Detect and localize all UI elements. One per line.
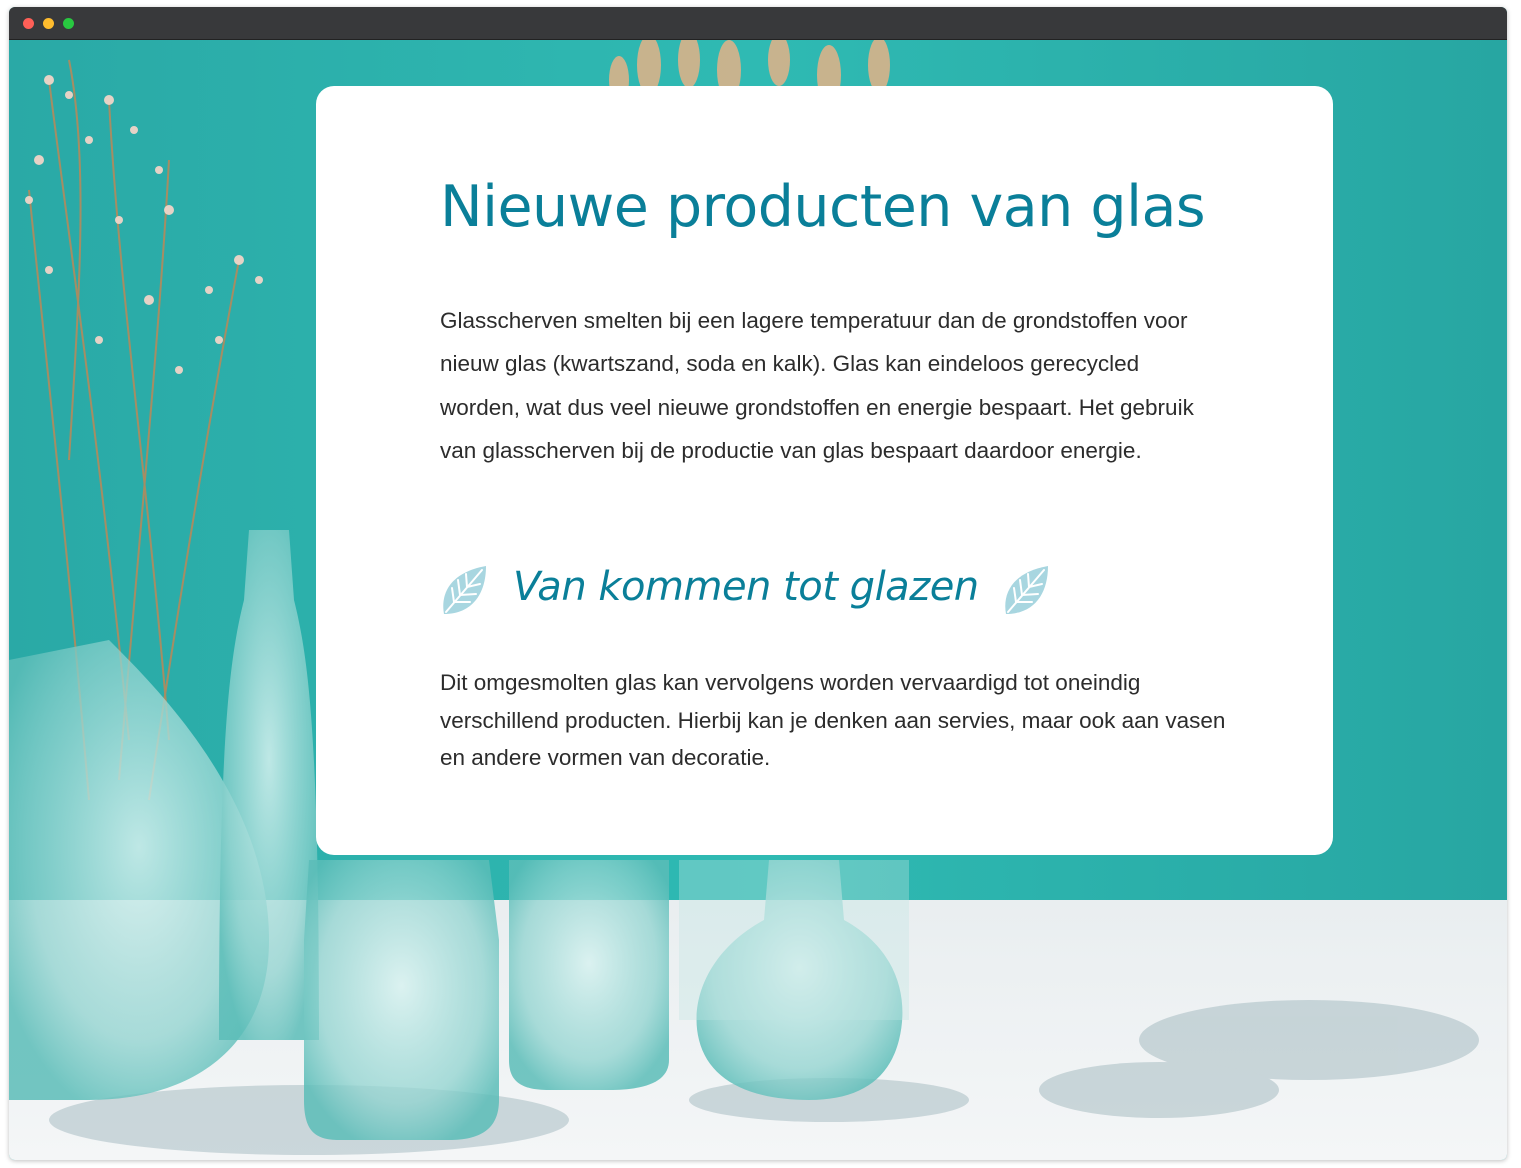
subheading-row: Van kommen tot glazen xyxy=(440,562,1080,622)
close-window-button[interactable] xyxy=(23,18,34,29)
leaf-icon xyxy=(1005,566,1048,614)
minimize-window-button[interactable] xyxy=(43,18,54,29)
leaf-icon xyxy=(443,566,486,614)
window-titlebar xyxy=(9,7,1507,40)
intro-paragraph: Glasscherven smelten bij een lagere temp… xyxy=(440,308,1194,463)
content-card: Nieuwe producten van glas Glasscherven s… xyxy=(316,86,1333,855)
browser-window: Nieuwe producten van glas Glasscherven s… xyxy=(9,7,1507,1160)
zoom-window-button[interactable] xyxy=(63,18,74,29)
page-title: Nieuwe producten van glas xyxy=(440,174,1206,240)
detail-paragraph: Dit omgesmolten glas kan vervolgens word… xyxy=(440,670,1226,770)
section-subheading: Van kommen tot glazen xyxy=(513,564,979,610)
